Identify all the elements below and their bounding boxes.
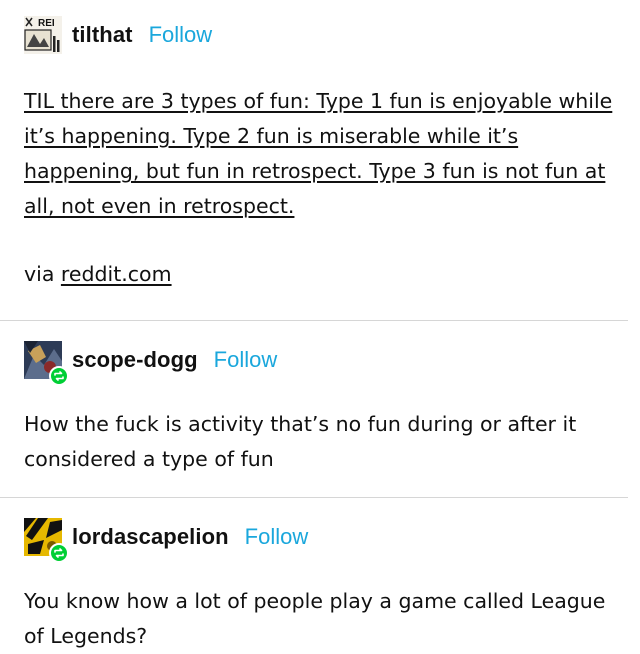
post-body: You know how a lot of people play a game… [24,589,606,648]
username[interactable]: lordascapelion [72,524,229,550]
post-body: How the fuck is activity that’s no fun d… [24,412,577,471]
follow-button[interactable]: Follow [245,524,309,550]
source-link[interactable]: reddit.com [61,262,172,286]
post-tilthat: REI tilthat Follow TIL there are 3 types… [0,0,640,292]
follow-button[interactable]: Follow [149,22,213,48]
reblog-icon [49,543,69,563]
svg-text:REI: REI [38,18,55,29]
follow-button[interactable]: Follow [214,347,278,373]
avatar-lordascapelion[interactable] [24,518,69,563]
via-line: via reddit.com [24,257,620,292]
tilthat-avatar-icon: REI [24,16,62,54]
username[interactable]: tilthat [72,22,133,48]
avatar-scope-dogg[interactable] [24,341,69,386]
avatar-tilthat[interactable]: REI [24,16,62,54]
post-body-link[interactable]: TIL there are 3 types of fun: Type 1 fun… [24,84,620,224]
post-header: REI tilthat Follow [24,14,620,56]
post-header: lordascapelion Follow [24,516,620,563]
post-lordascapelion: lordascapelion Follow You know how a lot… [0,498,640,654]
via-prefix: via [24,262,61,286]
reblog-icon [49,366,69,386]
username[interactable]: scope-dogg [72,347,198,373]
post-scope-dogg: scope-dogg Follow How the fuck is activi… [0,321,640,477]
post-header: scope-dogg Follow [24,339,620,386]
